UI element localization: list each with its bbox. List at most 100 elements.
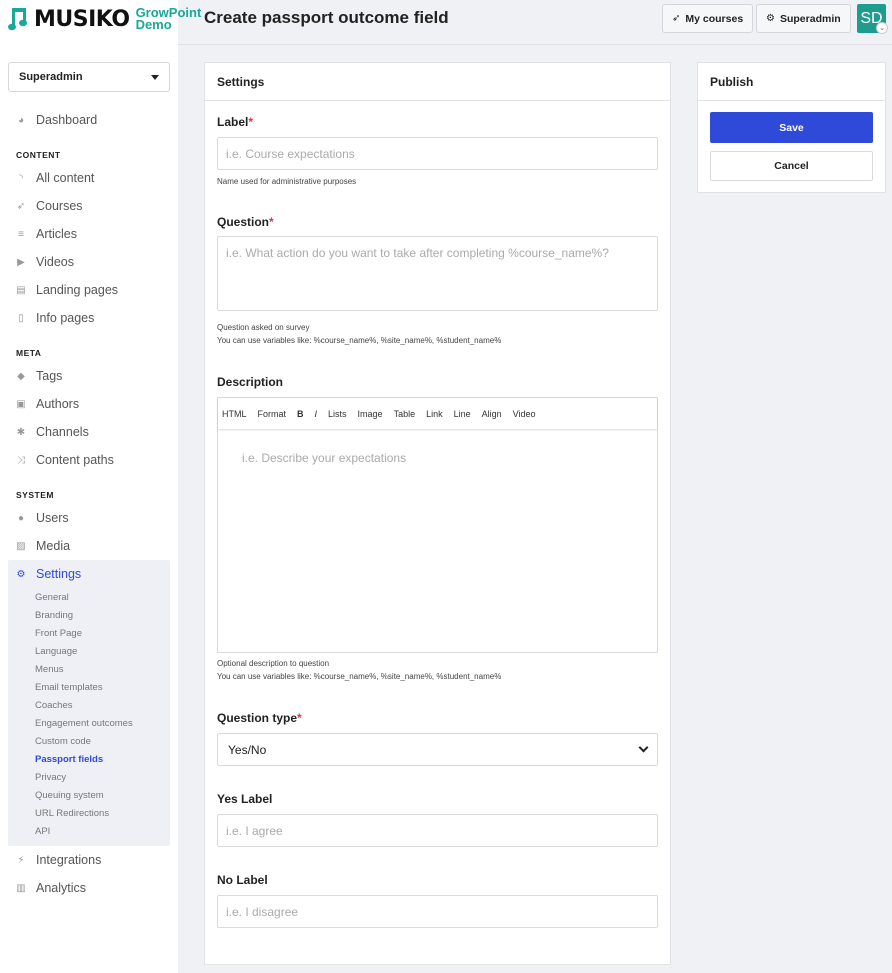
- shuffle-icon: ⤨: [17, 454, 25, 466]
- superadmin-button[interactable]: ⚙ Superadmin: [756, 4, 851, 33]
- nav-section-meta: META: [16, 348, 42, 358]
- sidebar-item-integrations[interactable]: ⚡ Integrations: [8, 846, 170, 874]
- nav-section-content: CONTENT: [16, 150, 61, 160]
- sidebar-item-content-paths[interactable]: ⤨ Content paths: [8, 446, 170, 474]
- dashboard-icon: ◕: [17, 114, 25, 126]
- cancel-button[interactable]: Cancel: [710, 151, 873, 181]
- sidebar-item-courses[interactable]: ➶ Courses: [8, 192, 170, 220]
- sidebar-item-info-pages[interactable]: ▯ Info pages: [8, 304, 170, 332]
- save-button[interactable]: Save: [710, 112, 873, 143]
- required-marker: *: [248, 115, 254, 129]
- chevron-down-icon[interactable]: ⌄: [876, 22, 888, 34]
- question-type-select[interactable]: Yes/No: [217, 733, 658, 766]
- settings-sub-language[interactable]: Language: [8, 642, 170, 660]
- no-label-field-label: No Label: [217, 873, 268, 887]
- label-field-label-text: Label: [217, 115, 249, 129]
- sidebar-item-label: Videos: [36, 255, 74, 269]
- settings-sub-privacy[interactable]: Privacy: [8, 768, 170, 786]
- sidebar-item-label: Courses: [36, 199, 83, 213]
- asterisk-icon: ✱: [16, 426, 26, 438]
- sidebar-item-label: Media: [36, 539, 71, 553]
- toolbar-italic-button[interactable]: I: [315, 409, 318, 419]
- my-courses-button[interactable]: ➶ My courses: [662, 4, 754, 33]
- sidebar-item-label: Articles: [36, 227, 77, 241]
- no-label-input[interactable]: i.e. I disagree: [217, 895, 658, 928]
- settings-sub-coaches[interactable]: Coaches: [8, 696, 170, 714]
- sidebar-item-label: Tags: [36, 369, 63, 383]
- question-textarea[interactable]: i.e. What action do you want to take aft…: [217, 236, 658, 311]
- music-note-icon: [8, 6, 30, 32]
- my-courses-label: My courses: [685, 12, 744, 25]
- gear-icon: ⚙: [16, 568, 26, 580]
- sidebar-item-all-content[interactable]: ◝ All content: [8, 164, 170, 192]
- settings-sub-passport-fields[interactable]: Passport fields: [8, 750, 170, 768]
- sidebar: MUSIKO GrowPoint Demo Superadmin ◕ Dashb…: [0, 0, 201, 973]
- sidebar-item-analytics[interactable]: ▥ Analytics: [8, 874, 170, 902]
- sidebar-item-label: Integrations: [36, 853, 102, 867]
- question-help-line1: Question asked on survey: [217, 323, 310, 332]
- sidebar-item-authors[interactable]: ▣ Authors: [8, 390, 170, 418]
- label-help: Name used for administrative purposes: [217, 177, 357, 186]
- sidebar-item-channels[interactable]: ✱ Channels: [8, 418, 170, 446]
- label-field-label: Label*: [217, 115, 253, 129]
- toolbar-html-button[interactable]: HTML: [222, 409, 247, 419]
- question-field-label-text: Question: [217, 215, 270, 229]
- settings-sub-api[interactable]: API: [8, 822, 170, 840]
- sidebar-item-dashboard[interactable]: ◕ Dashboard: [8, 106, 170, 134]
- description-help: Optional description to question You can…: [217, 657, 501, 683]
- toolbar-link-button[interactable]: Link: [426, 409, 443, 419]
- sidebar-item-label: Landing pages: [36, 283, 119, 297]
- rss-icon: ◝: [19, 172, 23, 184]
- role-select[interactable]: Superadmin: [8, 62, 170, 92]
- sidebar-item-articles[interactable]: ≡ Articles: [8, 220, 170, 248]
- lines-icon: ≡: [18, 228, 24, 240]
- description-help-line1: Optional description to question: [217, 659, 330, 668]
- sidebar-item-media[interactable]: ▨ Media: [8, 532, 170, 560]
- sidebar-item-label: All content: [36, 171, 95, 185]
- settings-sub-engagement-outcomes[interactable]: Engagement outcomes: [8, 714, 170, 732]
- description-field-label: Description: [217, 375, 284, 389]
- toolbar-format-button[interactable]: Format: [258, 409, 287, 419]
- file-icon: ▯: [18, 312, 24, 324]
- yes-label-input[interactable]: i.e. I agree: [217, 814, 658, 847]
- rocket-icon: ➶: [672, 13, 681, 24]
- settings-sub-menus[interactable]: Menus: [8, 660, 170, 678]
- settings-sub-front-page[interactable]: Front Page: [8, 624, 170, 642]
- tag-icon: ◆: [17, 370, 25, 382]
- settings-sub-general[interactable]: General: [8, 588, 170, 606]
- toolbar-align-button[interactable]: Align: [482, 409, 502, 419]
- required-marker: *: [269, 215, 274, 229]
- sidebar-item-label: Dashboard: [36, 113, 98, 127]
- question-type-label: Question type*: [217, 711, 302, 725]
- sidebar-item-tags[interactable]: ◆ Tags: [8, 362, 170, 390]
- settings-sub-email-templates[interactable]: Email templates: [8, 678, 170, 696]
- editor-toolbar: HTML Format B I Lists Image Table Link L…: [218, 398, 657, 429]
- publish-panel: Publish Save Cancel: [697, 62, 886, 193]
- settings-sub-custom-code[interactable]: Custom code: [8, 732, 170, 750]
- label-input[interactable]: i.e. Course expectations: [217, 137, 658, 170]
- sidebar-item-label: Users: [36, 511, 69, 525]
- description-editor-body[interactable]: i.e. Describe your expectations: [218, 429, 657, 652]
- caret-down-icon: [151, 74, 159, 80]
- toolbar-line-button[interactable]: Line: [454, 409, 471, 419]
- sidebar-item-landing-pages[interactable]: ▤ Landing pages: [8, 276, 170, 304]
- superadmin-label: Superadmin: [779, 12, 841, 25]
- settings-panel-title: Settings: [205, 63, 670, 101]
- sidebar-item-settings[interactable]: ⚙ Settings: [8, 560, 170, 588]
- brand-logo[interactable]: MUSIKO GrowPoint Demo: [8, 4, 201, 34]
- settings-sub-branding[interactable]: Branding: [8, 606, 170, 624]
- toolbar-lists-button[interactable]: Lists: [328, 409, 347, 419]
- toolbar-table-button[interactable]: Table: [394, 409, 416, 419]
- toolbar-video-button[interactable]: Video: [513, 409, 536, 419]
- settings-sub-queuing-system[interactable]: Queuing system: [8, 786, 170, 804]
- sidebar-item-users[interactable]: ● Users: [8, 504, 170, 532]
- toolbar-bold-button[interactable]: B: [297, 409, 304, 419]
- chevron-down-icon: [638, 742, 649, 753]
- landing-page-icon: ▤: [16, 284, 26, 296]
- settings-sub-url-redirections[interactable]: URL Redirections: [8, 804, 170, 822]
- description-help-line2: You can use variables like: %course_name…: [217, 672, 502, 681]
- sidebar-item-videos[interactable]: ▶ Videos: [8, 248, 170, 276]
- toolbar-image-button[interactable]: Image: [358, 409, 383, 419]
- brand-sub: GrowPoint Demo: [136, 6, 202, 31]
- question-help: Question asked on survey You can use var…: [217, 321, 501, 347]
